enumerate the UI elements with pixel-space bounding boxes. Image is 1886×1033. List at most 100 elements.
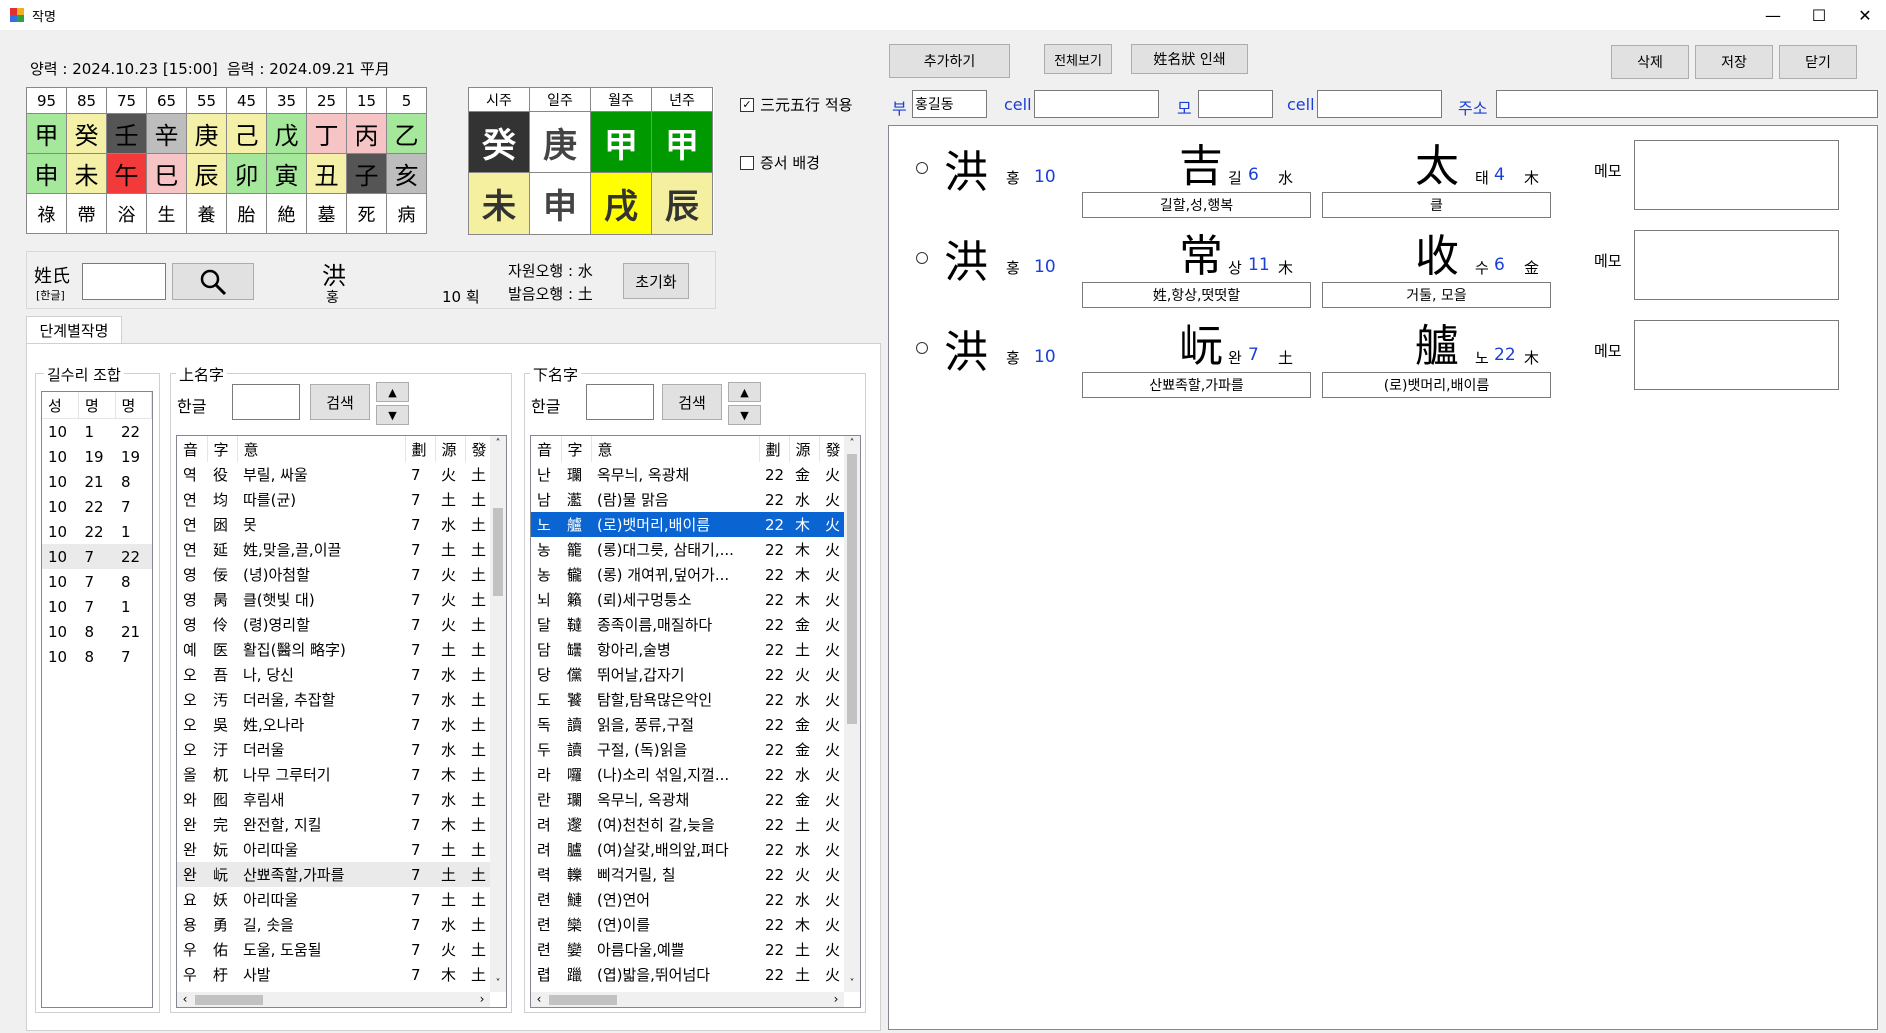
table-row[interactable]: 려 邌 (여)천천히 갈,늦을 22 土火 [531,812,844,837]
table-row[interactable]: 완 妧 아리따울 7 土土 [177,837,490,862]
column-header[interactable]: 字 [561,436,592,462]
mother-input[interactable] [1198,90,1273,118]
lower-down-button[interactable]: ▼ [728,405,761,425]
lower-name-list[interactable]: 音字意劃源發 난 瓓 옥무늬, 옥광채 22 金火 남 灆 (람)물 맑음 22 水火 노 艫 (로)뱃머… [530,435,861,1008]
table-row[interactable]: 라 囉 (나)소리 섞일,지껄... 22 水火 [531,762,844,787]
scroll-right-icon[interactable]: › [474,992,490,1007]
table-row[interactable]: 예 医 활집(醫의 略字) 7 土土 [177,637,490,662]
surname-search-button[interactable] [172,263,254,300]
table-row[interactable]: 10 8 21 [42,619,152,644]
table-row[interactable]: 노 艫 (로)뱃머리,배이름 22 木火 [531,512,844,537]
table-row[interactable]: 려 臚 (여)살갗,배의앞,펴다 22 水火 [531,837,844,862]
table-row[interactable]: 연 延姓,맞을,끌,이끌 7 土土 [177,537,490,562]
delete-button[interactable]: 삭제 [1611,45,1689,79]
table-row[interactable]: 완 完 완전할, 지킬 7 木土 [177,812,490,837]
column-header[interactable]: 意 [237,436,406,462]
table-row[interactable]: 완 岏 산뾰족할,가파를 7 土土 [177,862,490,887]
upper-search-button[interactable]: 검색 [310,384,370,420]
table-row[interactable]: 10 19 19 [42,444,152,469]
option-background[interactable]: 증서 배경 [740,152,820,173]
checkbox-checked-icon[interactable]: ✓ [740,97,754,112]
memo-textarea[interactable] [1634,230,1839,300]
scroll-thumb[interactable] [549,995,617,1005]
radio-button[interactable] [916,162,928,174]
memo-textarea[interactable] [1634,320,1839,390]
column-header[interactable]: 音 [177,436,208,462]
table-row[interactable]: 10 7 1 [42,594,152,619]
table-row[interactable]: 영 佞 (녕)아첨할 7 火土 [177,562,490,587]
table-row[interactable]: 련 孌 아름다울,예쁠 22 土火 [531,937,844,962]
print-certificate-button[interactable]: 姓名狀 인쇄 [1131,44,1248,74]
table-row[interactable]: 요 妖 아리따울 7 土土 [177,887,490,912]
table-row[interactable]: 남 灆 (람)물 맑음 22 水火 [531,487,844,512]
scroll-down-icon[interactable]: ˅ [490,976,506,992]
scroll-up-icon[interactable]: ˄ [844,436,860,452]
table-row[interactable]: 10 22 1 [42,519,152,544]
table-row[interactable]: 10 1 22 [42,419,152,445]
table-row[interactable]: 역 役 부릴, 싸울 7 火土 [177,462,490,487]
horizontal-scrollbar[interactable]: ‹ › [177,992,490,1007]
lower-up-button[interactable]: ▲ [728,382,761,402]
scroll-thumb[interactable] [195,995,263,1005]
table-row[interactable]: 뇌 籟 (뢰)세구멍퉁소 22 木火 [531,587,844,612]
table-row[interactable]: 10 7 8 [42,569,152,594]
table-row[interactable]: 용 勇 길, 솟을 7 水土 [177,912,490,937]
table-row[interactable]: 담 罎 항아리,술병 22 土火 [531,637,844,662]
table-row[interactable]: 우 佑 도울, 도움될 7 火土 [177,937,490,962]
table-row[interactable]: 와 囮 후림새 7 水土 [177,787,490,812]
maximize-button[interactable]: ☐ [1796,0,1842,30]
column-header[interactable]: 源 [435,436,466,462]
father-input[interactable] [912,90,987,118]
result-row[interactable]: 洪 홍 10 吉 길 6 水 길할,성,행복 太 태 4 木 클 메모 [889,136,1877,218]
table-row[interactable]: 10 22 7 [42,494,152,519]
table-row[interactable]: 10 7 22 [42,544,152,569]
table-row[interactable]: 란 瓓 옥무늬, 옥광채 22 金火 [531,787,844,812]
table-row[interactable]: 오 吾 나, 당신 7 水土 [177,662,490,687]
save-button[interactable]: 저장 [1695,45,1773,79]
mother-cell-input[interactable] [1317,90,1442,118]
column-header[interactable]: 發 [819,436,844,462]
result-row[interactable]: 洪 홍 10 常 상 11 木姓,항상,떳떳할 收 수 6 金 거둘, 모을 메모 [889,226,1877,308]
table-row[interactable]: 오 汚 더러울, 추잡할 7 水土 [177,687,490,712]
table-row[interactable]: 연囦못 7 水土 [177,512,490,537]
scroll-up-icon[interactable]: ˄ [490,436,506,452]
upper-name-list[interactable]: 音字意劃源發 역 役 부릴, 싸울 7 火土 연 均 따를(균) 7 土土 연 囦 못 7 水土 연 延姓,맞을,… [176,435,507,1008]
table-row[interactable]: 도 饕 탐할,탐욕많은악인 22 水火 [531,687,844,712]
column-header[interactable]: 字 [207,436,238,462]
scroll-down-icon[interactable]: ˅ [844,976,860,992]
surname-input[interactable] [82,263,166,300]
close-window-button[interactable]: ✕ [1842,0,1886,30]
tab-stepwise-naming[interactable]: 단계별작명 [26,316,122,344]
gilsu-list[interactable]: 성 명 명 10 1 22 10 19 19 10 21 8 10 22 7 10 22 1 10 7 22 10 7 8 10… [41,391,153,1008]
column-header[interactable]: 意 [591,436,760,462]
add-button[interactable]: 추가하기 [889,44,1010,78]
minimize-button[interactable]: — [1750,0,1796,30]
table-row[interactable]: 렵 躐 (엽)밟을,뛰어넘다 22 土火 [531,962,844,987]
upper-up-button[interactable]: ▲ [376,382,409,402]
upper-down-button[interactable]: ▼ [376,405,409,425]
table-row[interactable]: 오 汙 더러울 7 水土 [177,737,490,762]
column-header[interactable]: 發 [465,436,490,462]
scroll-left-icon[interactable]: ‹ [531,992,547,1007]
table-row[interactable]: 10 21 8 [42,469,152,494]
scroll-thumb[interactable] [847,454,857,724]
scroll-left-icon[interactable]: ‹ [177,992,193,1007]
result-row[interactable]: 洪 홍 10 岏 완 7 土 산뾰족할,가파를 艫 노 22 木 (로)뱃머리,배이름 메모 [889,316,1877,398]
memo-textarea[interactable] [1634,140,1839,210]
table-row[interactable]: 영 昺 클(햇빛 대) 7 火土 [177,587,490,612]
column-header[interactable]: 源 [789,436,820,462]
upper-hangul-input[interactable] [232,384,300,420]
table-row[interactable]: 난 瓓 옥무늬, 옥광채 22 金火 [531,462,844,487]
table-row[interactable]: 우 杅 사발 7 木土 [177,962,490,987]
reset-button[interactable]: 초기화 [623,263,689,299]
table-row[interactable]: 당 儻 뛰어날,갑자기 22 火火 [531,662,844,687]
vertical-scrollbar[interactable]: ˄ ˅ [844,436,860,992]
lower-search-button[interactable]: 검색 [662,384,722,420]
table-row[interactable]: 오 吳姓,오나라 7 水土 [177,712,490,737]
scroll-right-icon[interactable]: › [828,992,844,1007]
lower-hangul-input[interactable] [586,384,654,420]
checkbox-icon[interactable] [740,155,754,170]
scroll-thumb[interactable] [493,508,503,596]
table-row[interactable]: 농 龓 (롱) 개여뀌,덮어가... 22 木火 [531,562,844,587]
column-header[interactable]: 音 [531,436,562,462]
